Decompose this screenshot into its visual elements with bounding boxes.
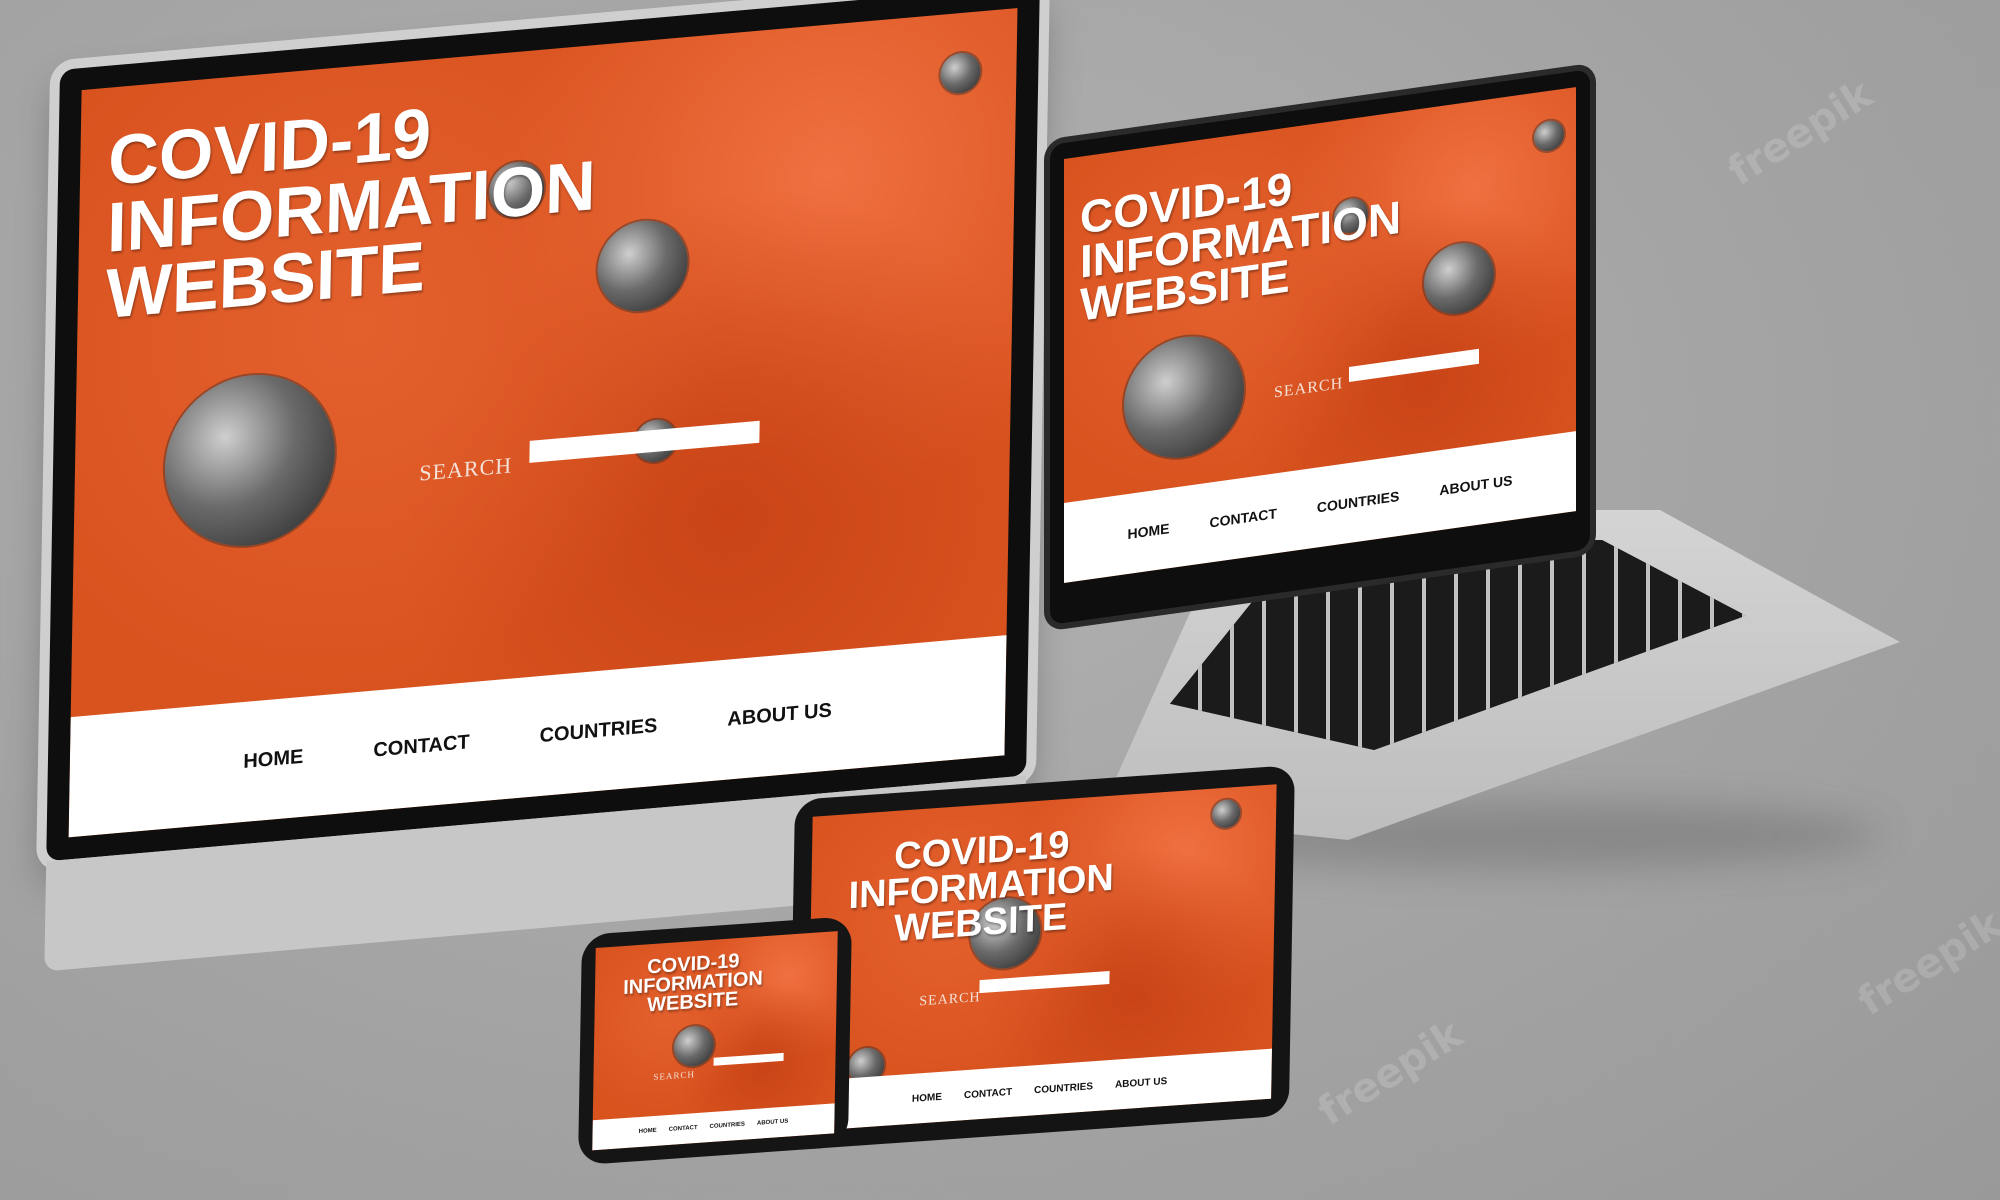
virus-icon: [940, 51, 981, 95]
nav-about-us[interactable]: ABOUT US: [1115, 1075, 1167, 1090]
nav-countries[interactable]: COUNTRIES: [710, 1122, 745, 1130]
nav-about-us[interactable]: ABOUT US: [727, 699, 832, 731]
laptop: COVID-19 INFORMATION WEBSITE SEARCH HOME…: [1050, 69, 1590, 625]
search-input[interactable]: [713, 1052, 784, 1066]
hero-title: COVID-19 INFORMATION WEBSITE: [105, 85, 597, 333]
search-label: SEARCH: [919, 990, 981, 1010]
nav-home[interactable]: HOME: [243, 745, 303, 773]
nav-contact[interactable]: CONTACT: [373, 731, 470, 762]
desktop-monitor: COVID-19 INFORMATION WEBSITE SEARCH HOME…: [44, 0, 1040, 972]
watermark-text: freepik: [1719, 71, 1881, 195]
nav-home[interactable]: HOME: [639, 1128, 657, 1135]
nav-home[interactable]: HOME: [1128, 520, 1170, 542]
phone: COVID-19 INFORMATION WEBSITE SEARCH HOME…: [577, 916, 852, 1166]
nav-countries[interactable]: COUNTRIES: [539, 714, 657, 747]
virus-icon: [1211, 798, 1241, 829]
search-label: SEARCH: [653, 1069, 696, 1083]
virus-icon: [596, 216, 689, 315]
virus-icon: [673, 1024, 715, 1068]
search-input[interactable]: [979, 970, 1110, 994]
nav-about-us[interactable]: ABOUT US: [757, 1119, 788, 1127]
search-input[interactable]: [1349, 348, 1479, 382]
navbar: HOME CONTACT COUNTRIES ABOUT US: [592, 1103, 835, 1151]
desktop-screen: COVID-19 INFORMATION WEBSITE SEARCH HOME…: [68, 8, 1018, 838]
laptop-screen: COVID-19 INFORMATION WEBSITE SEARCH HOME…: [1064, 87, 1576, 584]
watermark-text: freepik: [1849, 901, 2000, 1025]
nav-contact[interactable]: CONTACT: [669, 1125, 698, 1133]
watermark-text: freepik: [1309, 1011, 1471, 1135]
nav-home[interactable]: HOME: [912, 1091, 942, 1104]
hero-title: COVID-19 INFORMATION WEBSITE: [1080, 152, 1401, 331]
hero-title: COVID-19 INFORMATION WEBSITE: [603, 949, 784, 1019]
virus-icon: [1124, 328, 1244, 466]
navbar: HOME CONTACT COUNTRIES ABOUT US: [1064, 431, 1576, 584]
virus-icon: [1424, 238, 1494, 319]
phone-screen: COVID-19 INFORMATION WEBSITE SEARCH HOME…: [592, 931, 838, 1151]
virus-icon: [1534, 118, 1564, 153]
virus-icon: [163, 367, 337, 554]
hero-title: COVID-19 INFORMATION WEBSITE: [830, 822, 1132, 951]
search-label: SEARCH: [1274, 374, 1344, 402]
tablet: COVID-19 INFORMATION WEBSITE SEARCH HOME…: [788, 764, 1295, 1151]
nav-countries[interactable]: COUNTRIES: [1034, 1081, 1093, 1096]
nav-countries[interactable]: COUNTRIES: [1317, 488, 1399, 516]
search-label: SEARCH: [419, 452, 513, 486]
tablet-screen: COVID-19 INFORMATION WEBSITE SEARCH HOME…: [807, 784, 1277, 1132]
nav-contact[interactable]: CONTACT: [964, 1086, 1012, 1100]
nav-about-us[interactable]: ABOUT US: [1439, 472, 1512, 498]
nav-contact[interactable]: CONTACT: [1210, 505, 1277, 530]
